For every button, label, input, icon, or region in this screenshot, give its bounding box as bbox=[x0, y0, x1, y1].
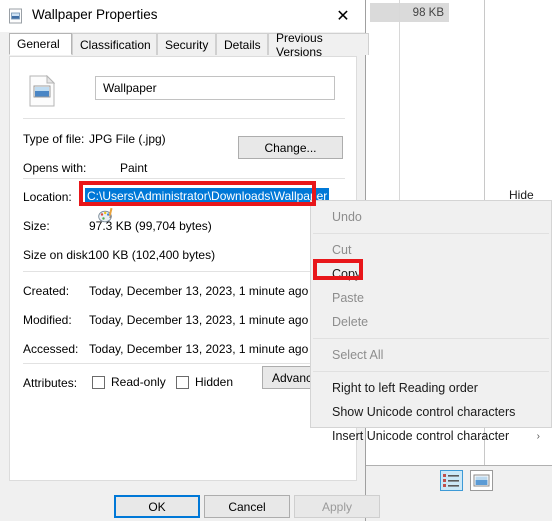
menu-item-select-all[interactable]: Select All bbox=[311, 343, 551, 367]
menu-item-label: Insert Unicode control character bbox=[332, 429, 510, 443]
location-highlight-annotation bbox=[79, 181, 316, 206]
type-of-file-value: JPG File (.jpg) bbox=[89, 132, 166, 146]
divider bbox=[23, 271, 345, 272]
opens-with-label: Opens with: bbox=[23, 161, 87, 175]
readonly-checkbox[interactable] bbox=[92, 375, 105, 389]
menu-divider bbox=[313, 338, 549, 339]
size-on-disk-value: 100 KB (102,400 bytes) bbox=[89, 248, 216, 262]
image-document-icon bbox=[28, 74, 56, 107]
created-value: Today, December 13, 2023, 1 minute ago bbox=[89, 284, 309, 298]
view-mode-buttons bbox=[440, 470, 494, 491]
modified-value: Today, December 13, 2023, 1 minute ago bbox=[89, 313, 309, 327]
image-file-icon bbox=[8, 8, 24, 24]
chevron-right-icon: › bbox=[536, 430, 540, 442]
attributes-label: Attributes: bbox=[23, 376, 78, 390]
size-on-disk-label: Size on disk: bbox=[23, 248, 92, 262]
menu-divider bbox=[313, 371, 549, 372]
divider bbox=[23, 363, 345, 364]
dialog-title: Wallpaper Properties bbox=[32, 7, 158, 22]
tab-general[interactable]: General bbox=[9, 33, 72, 55]
location-label: Location: bbox=[23, 190, 72, 204]
apply-button[interactable]: Apply bbox=[294, 495, 380, 518]
hidden-checkbox-row[interactable]: Hidden bbox=[176, 375, 233, 389]
size-label: Size: bbox=[23, 219, 50, 233]
hidden-label: Hidden bbox=[195, 375, 234, 389]
tab-previous-versions[interactable]: Previous Versions bbox=[268, 31, 369, 59]
modified-label: Modified: bbox=[23, 313, 72, 327]
tab-strip: General Classification Security Details … bbox=[0, 31, 369, 59]
file-size-cell[interactable]: 98 KB bbox=[370, 3, 449, 22]
file-name-field[interactable]: Wallpaper bbox=[95, 76, 335, 100]
accessed-value: Today, December 13, 2023, 1 minute ago bbox=[89, 342, 309, 356]
ok-button[interactable]: OK bbox=[114, 495, 200, 518]
type-of-file-label: Type of file: bbox=[23, 132, 85, 146]
tab-details[interactable]: Details bbox=[216, 33, 268, 55]
copy-highlight-annotation bbox=[313, 259, 363, 280]
size-value: 97.3 KB (99,704 bytes) bbox=[89, 219, 212, 233]
readonly-label: Read-only bbox=[111, 375, 166, 389]
menu-item-paste[interactable]: Paste bbox=[311, 286, 551, 310]
change-button[interactable]: Change... bbox=[238, 136, 343, 159]
menu-item-rtl-reading-order[interactable]: Right to left Reading order bbox=[311, 376, 551, 400]
opens-with-value: Paint bbox=[120, 161, 148, 175]
column-separator bbox=[399, 0, 400, 210]
menu-item-insert-unicode-control-character[interactable]: Insert Unicode control character › bbox=[311, 424, 551, 448]
text-context-menu: Undo Cut Copy Paste Delete Select All Ri… bbox=[310, 200, 552, 443]
details-view-icon[interactable] bbox=[440, 470, 463, 491]
close-icon[interactable]: ✕ bbox=[321, 0, 365, 31]
cancel-button[interactable]: Cancel bbox=[204, 495, 290, 518]
general-tab-panel: Wallpaper Type of file: JPG File (.jpg) … bbox=[9, 56, 357, 481]
hidden-checkbox[interactable] bbox=[176, 375, 189, 389]
created-label: Created: bbox=[23, 284, 70, 298]
menu-item-delete[interactable]: Delete bbox=[311, 310, 551, 334]
dialog-title-bar: Wallpaper Properties ✕ bbox=[0, 0, 365, 32]
tab-security[interactable]: Security bbox=[157, 33, 216, 55]
divider bbox=[23, 178, 345, 179]
tab-classification[interactable]: Classification bbox=[72, 33, 157, 55]
menu-item-show-unicode-control-characters[interactable]: Show Unicode control characters bbox=[311, 400, 551, 424]
large-icons-view-icon[interactable] bbox=[470, 470, 494, 491]
menu-item-undo[interactable]: Undo bbox=[311, 205, 551, 229]
readonly-checkbox-row[interactable]: Read-only bbox=[92, 375, 166, 389]
menu-divider bbox=[313, 233, 549, 234]
accessed-label: Accessed: bbox=[23, 342, 79, 356]
divider bbox=[23, 118, 345, 119]
